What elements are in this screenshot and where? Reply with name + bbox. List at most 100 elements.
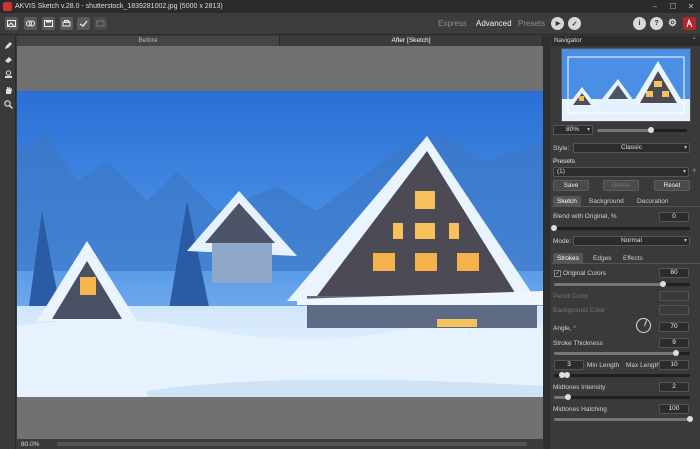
- style-select[interactable]: Classic ▾: [573, 143, 690, 153]
- batch-icon: [26, 20, 35, 27]
- pencil-color-swatch[interactable]: [659, 291, 689, 301]
- midtones-intensity-value-input[interactable]: 2: [659, 382, 689, 392]
- help-icon: ?: [654, 20, 659, 27]
- max-length-value-input[interactable]: 10: [659, 360, 689, 370]
- mode-advanced[interactable]: Advanced: [476, 19, 512, 28]
- zoom-slider-fill: [597, 129, 651, 132]
- settings-button[interactable]: ⚙: [666, 17, 679, 30]
- mode-express[interactable]: Express: [438, 19, 467, 28]
- hand-tool[interactable]: [3, 85, 14, 96]
- print-button[interactable]: [60, 17, 73, 30]
- tab-strokes[interactable]: Strokes: [553, 253, 584, 264]
- angle-dial[interactable]: [636, 318, 651, 333]
- stamp-tool[interactable]: [3, 69, 14, 80]
- zoom-tool[interactable]: [3, 99, 14, 110]
- collapse-icon[interactable]: ⌃: [692, 36, 697, 46]
- eraser-tool[interactable]: [3, 54, 14, 65]
- blend-slider-knob[interactable]: [551, 225, 557, 231]
- chevron-down-icon: ▾: [683, 145, 687, 151]
- akvis-logo-button[interactable]: [683, 17, 696, 30]
- zoom-slider[interactable]: [597, 127, 687, 133]
- sketch-preview-image: [17, 91, 543, 397]
- share-button[interactable]: [77, 17, 90, 30]
- tab-edges[interactable]: Edges: [589, 253, 615, 264]
- blend-slider[interactable]: [551, 225, 690, 231]
- angle-value-input[interactable]: 70: [659, 322, 689, 332]
- tab-effects[interactable]: Effects: [619, 253, 647, 264]
- stroke-thickness-slider-knob[interactable]: [673, 350, 680, 356]
- stamp-icon: [5, 70, 12, 78]
- mode-presets[interactable]: Presets: [518, 19, 545, 28]
- chevron-down-icon: ▾: [683, 238, 687, 244]
- vertical-scrollbar[interactable]: [543, 36, 550, 449]
- preset-save-button[interactable]: Save: [553, 180, 589, 191]
- presets-select[interactable]: (1) ▾: [553, 167, 689, 177]
- min-length-value-input[interactable]: 3: [554, 360, 584, 370]
- favorite-heart-icon[interactable]: ♥: [692, 166, 697, 175]
- mode-value: Normal: [621, 237, 642, 244]
- midtones-hatching-value-input[interactable]: 100: [659, 404, 689, 414]
- info-icon: i: [638, 20, 641, 27]
- stroke-length-range-slider[interactable]: [554, 372, 690, 378]
- original-colors-slider[interactable]: [554, 281, 690, 287]
- stroke-thickness-slider[interactable]: [554, 350, 690, 356]
- tab-before[interactable]: Before: [17, 36, 280, 46]
- eraser-icon: [5, 57, 12, 63]
- tab-background[interactable]: Background: [585, 196, 628, 207]
- apply-button[interactable]: ✓: [568, 17, 581, 30]
- style-value: Classic: [621, 144, 642, 151]
- main-tabs: Sketch Background Decoration: [551, 196, 700, 207]
- pencil-icon: [5, 42, 12, 49]
- disabled-tool-button[interactable]: [94, 17, 107, 30]
- chevron-down-icon: ▾: [682, 169, 686, 175]
- angle-label: Angle, °: [553, 325, 576, 332]
- open-image-button[interactable]: [5, 17, 18, 30]
- navigator-preview-image: [562, 49, 690, 121]
- original-colors-slider-fill: [554, 283, 663, 286]
- presets-value: (1): [557, 168, 565, 175]
- chevron-down-icon: ▾: [586, 127, 590, 133]
- preset-delete-button[interactable]: Delete: [603, 180, 639, 191]
- image-workspace[interactable]: [17, 46, 543, 439]
- preset-reset-button[interactable]: Reset: [654, 180, 690, 191]
- image-canvas[interactable]: [17, 91, 543, 397]
- sketch-sub-tabs: Strokes Edges Effects: [551, 253, 700, 264]
- zoom-slider-knob[interactable]: [648, 127, 654, 133]
- stroke-thickness-label: Stroke Thickness: [553, 340, 603, 347]
- batch-button[interactable]: [24, 17, 37, 30]
- midtones-hatching-slider-fill: [554, 418, 690, 421]
- tab-decoration[interactable]: Decoration: [633, 196, 672, 207]
- zoom-select[interactable]: 80% ▾: [553, 125, 593, 135]
- blend-label: Blend with Original, %: [553, 213, 617, 220]
- midtones-hatching-slider[interactable]: [554, 416, 693, 422]
- original-colors-checkbox[interactable]: ✓: [554, 270, 561, 277]
- mode-select[interactable]: Normal ▾: [573, 236, 690, 246]
- help-button[interactable]: ?: [650, 17, 663, 30]
- open-image-icon: [7, 20, 16, 27]
- minimize-button[interactable]: –: [646, 0, 664, 13]
- original-colors-slider-knob[interactable]: [659, 281, 666, 287]
- max-length-knob[interactable]: [564, 372, 570, 378]
- navigator-thumbnail[interactable]: [561, 48, 691, 122]
- background-color-label: Background Color: [553, 307, 606, 314]
- left-toolbox: [0, 35, 16, 449]
- close-button[interactable]: ✕: [682, 0, 700, 13]
- original-colors-value-input[interactable]: 80: [659, 268, 689, 278]
- midtones-hatching-slider-knob[interactable]: [687, 416, 693, 422]
- horizontal-scrollbar[interactable]: [57, 442, 527, 446]
- maximize-button[interactable]: ☐: [664, 0, 682, 13]
- save-image-button[interactable]: [42, 17, 55, 30]
- blend-value-input[interactable]: 0: [659, 212, 689, 222]
- view-tabs: Before After [Sketch]: [17, 36, 543, 46]
- midtones-intensity-slider[interactable]: [554, 394, 690, 400]
- tab-sketch[interactable]: Sketch: [553, 196, 581, 207]
- pencil-tool[interactable]: [3, 40, 14, 51]
- original-colors-label: Original Colors: [563, 270, 606, 277]
- navigator-title: Navigator: [554, 37, 582, 44]
- background-color-swatch[interactable]: [659, 305, 689, 315]
- info-button[interactable]: i: [633, 17, 646, 30]
- tab-after[interactable]: After [Sketch]: [280, 36, 543, 46]
- stroke-thickness-value-input[interactable]: 9: [659, 338, 689, 348]
- run-button[interactable]: ▶: [551, 17, 564, 30]
- midtones-intensity-slider-knob[interactable]: [564, 394, 571, 400]
